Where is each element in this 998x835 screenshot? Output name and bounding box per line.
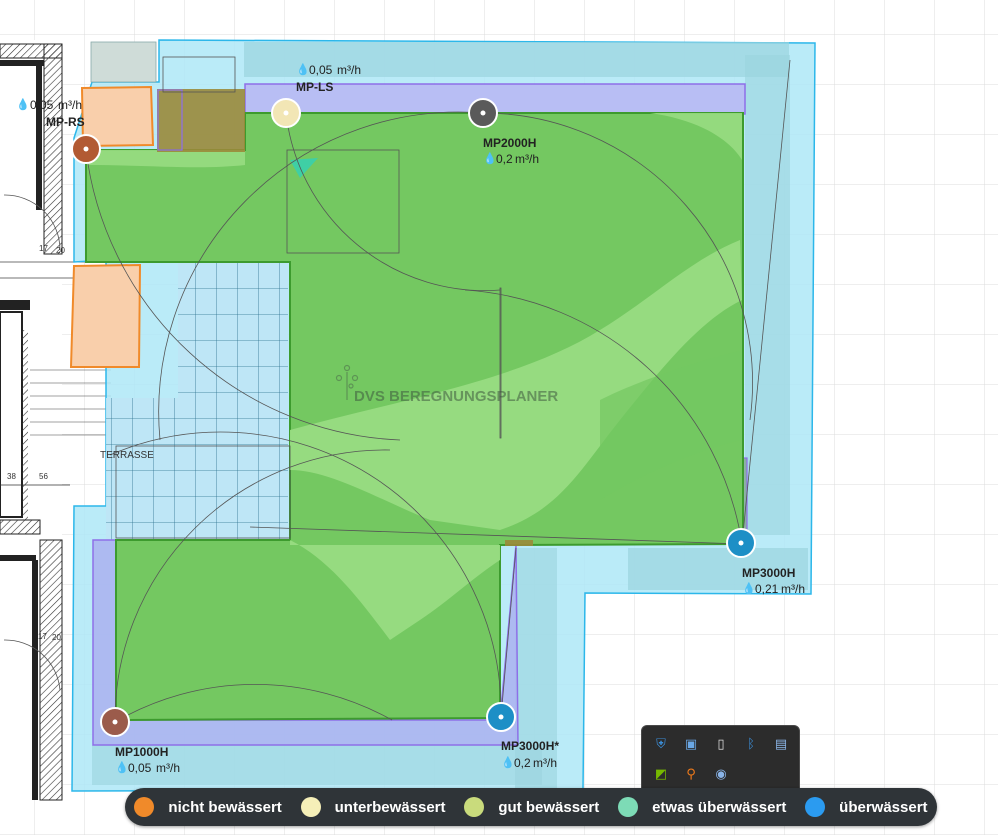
sprinkler-flow: 0,2 xyxy=(514,756,531,770)
sprinkler-flow-unit: m³/h xyxy=(58,98,82,112)
legend-dot xyxy=(300,797,321,817)
terrace-label: TERRASSE xyxy=(100,450,154,461)
sprinkler-flow-unit: m³/h xyxy=(337,63,361,77)
sprinkler-name: MP-LS xyxy=(296,80,333,94)
system-tray-overflow: ⛨ ▣ ▯ ᛒ ▤ ◩ ⚲ ◉ xyxy=(641,725,800,790)
dimension-label: 20 xyxy=(52,633,61,642)
legend-label: nicht bewässert xyxy=(168,798,282,816)
legend-dot xyxy=(805,797,826,817)
drop-icon: 💧 xyxy=(16,98,30,111)
sprinkler-flow-unit: m³/h xyxy=(781,582,805,596)
sprinkler-flow-unit: m³/h xyxy=(156,761,180,775)
sprinkler-flow-unit: m³/h xyxy=(533,756,557,770)
network-icon[interactable]: ▣ xyxy=(682,736,700,754)
legend-item-slightly-over-watered: etwas überwässert xyxy=(618,797,786,817)
sprinkler-flow: 0,05 xyxy=(30,98,54,112)
watering-legend: nicht bewässert unterbewässert gut bewäs… xyxy=(125,788,937,826)
legend-item-not-watered: nicht bewässert xyxy=(134,797,282,817)
irrigation-plan-canvas[interactable]: DVS BEREGNUNGSPLANER TERRASSE 20 17 56 3… xyxy=(0,0,998,835)
bluetooth-icon[interactable]: ᛒ xyxy=(742,736,760,754)
dimension-label: 20 xyxy=(56,246,65,255)
legend-label: etwas überwässert xyxy=(652,798,787,816)
watermark-text: DVS BEREGNUNGSPLANER xyxy=(354,388,558,405)
drop-icon: 💧 xyxy=(296,63,310,76)
steam-icon[interactable]: ◉ xyxy=(712,766,730,784)
sprinkler-name: MP-RS xyxy=(46,115,85,129)
lock-icon[interactable]: ▤ xyxy=(772,736,790,754)
drop-icon: 💧 xyxy=(115,761,129,774)
legend-item-over-watered: überwässert xyxy=(805,797,928,817)
usb-icon[interactable]: ▯ xyxy=(712,736,730,754)
sprinkler-name: MP2000H xyxy=(483,136,536,150)
legend-label: überwässert xyxy=(839,798,928,816)
sprinkler-flow: 0,2 xyxy=(496,152,513,166)
drop-icon: 💧 xyxy=(501,756,515,769)
legend-dot xyxy=(618,797,639,817)
legend-item-well-watered: gut bewässert xyxy=(464,797,599,817)
dimension-label: 17 xyxy=(38,632,47,641)
sprinkler-flow: 0,05 xyxy=(309,63,333,77)
search-app-icon[interactable]: ⚲ xyxy=(682,766,700,784)
sprinkler-name: MP3000H* xyxy=(501,739,559,753)
drop-icon: 💧 xyxy=(742,582,756,595)
dimension-label: 17 xyxy=(39,244,48,253)
legend-dot xyxy=(464,797,485,817)
legend-label: unterbewässert xyxy=(334,798,446,816)
sprinkler-flow: 0,21 xyxy=(755,582,779,596)
sprinkler-name: MP1000H xyxy=(115,745,168,759)
dimension-label: 56 xyxy=(39,472,48,481)
sprinkler-flow: 0,05 xyxy=(128,761,152,775)
sprinkler-flow-unit: m³/h xyxy=(515,152,539,166)
legend-dot xyxy=(134,797,155,817)
warning-shield-icon[interactable]: ⛨ xyxy=(652,736,670,754)
drop-icon: 💧 xyxy=(483,152,497,165)
sprinkler-name: MP3000H xyxy=(742,566,795,580)
nvidia-icon[interactable]: ◩ xyxy=(652,766,670,784)
legend-label: gut bewässert xyxy=(498,798,600,816)
dimension-label: 38 xyxy=(7,472,16,481)
legend-item-under-watered: unterbewässert xyxy=(300,797,446,817)
